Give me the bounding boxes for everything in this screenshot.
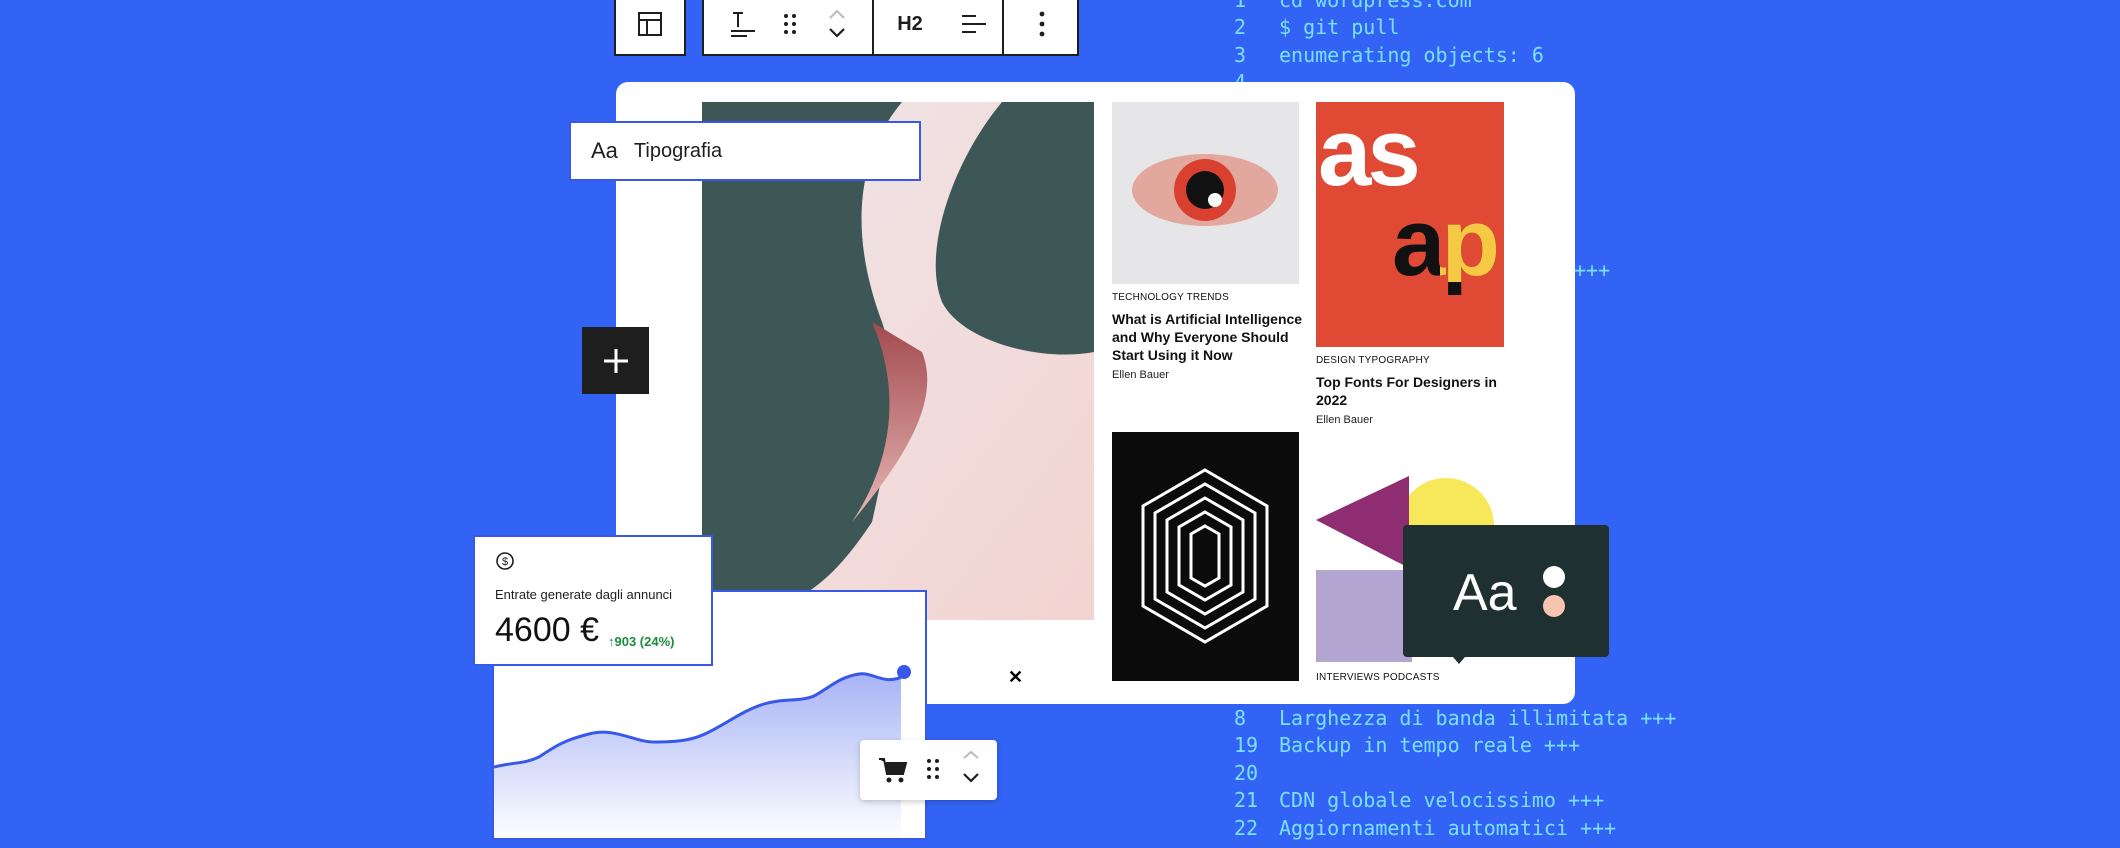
logo-fragment: ✕: [1008, 667, 1024, 687]
stat-label: Entrate generate dagli annunci: [495, 587, 673, 602]
post-image-poster: as ap ap: [1316, 102, 1504, 347]
heading-level-button[interactable]: H2: [874, 0, 946, 54]
post-tags[interactable]: INTERVIEWS PODCASTS: [1316, 672, 1440, 683]
stat-change: ↑903 (24%): [608, 634, 675, 649]
plus-icon: [603, 348, 628, 373]
style-variation-tile[interactable]: Aa: [1403, 525, 1609, 664]
chart-area: [494, 673, 904, 838]
align-left-icon: [962, 15, 986, 33]
typography-label: Tipografia: [633, 139, 723, 162]
move-controls: [812, 0, 862, 54]
align-text-button[interactable]: [718, 0, 768, 54]
post-author[interactable]: Ellen Bauer: [1112, 369, 1169, 381]
move-up-icon[interactable]: [962, 750, 980, 760]
move-up-icon[interactable]: [828, 8, 846, 20]
drag-handle-icon: [784, 14, 796, 34]
add-block-button[interactable]: [582, 327, 649, 394]
align-button[interactable]: [946, 0, 1002, 54]
drag-handle[interactable]: [768, 0, 812, 54]
post-image-eye: [1112, 102, 1299, 284]
poster-yellow-accent: ap: [1440, 192, 1500, 283]
post-title[interactable]: Top Fonts For Designers in 2022: [1316, 373, 1506, 409]
product-block-toolbar: [860, 740, 997, 800]
post-author[interactable]: Ellen Bauer: [1316, 414, 1373, 426]
tile-pointer: [1453, 657, 1465, 664]
revenue-stat-card: $ Entrate generate dagli annunci 4600 € …: [473, 535, 713, 666]
layout-button[interactable]: [616, 0, 684, 54]
chart-point[interactable]: [897, 665, 911, 679]
more-options-button[interactable]: [1004, 0, 1079, 54]
move-down-icon[interactable]: [962, 772, 980, 784]
svg-text:$: $: [502, 556, 508, 568]
poster-text-top: as: [1318, 102, 1421, 206]
hexagon-pattern: [1141, 468, 1269, 644]
more-icon: [1039, 11, 1044, 37]
layout-icon: [638, 12, 662, 36]
style-tile-label: Aa: [1453, 564, 1517, 622]
dollar-icon: $: [496, 552, 514, 570]
typography-control[interactable]: Aa Tipografia: [569, 121, 921, 181]
move-down-icon[interactable]: [828, 26, 846, 40]
block-toolbar: H2: [702, 0, 1079, 56]
cart-icon[interactable]: [878, 756, 908, 784]
post-tags[interactable]: TECHNOLOGY TRENDS: [1112, 292, 1229, 303]
align-text-icon: [731, 12, 755, 37]
eye-illustration: [1132, 154, 1278, 226]
post-title[interactable]: What is Artificial Intelligence and Why …: [1112, 310, 1307, 364]
color-dot-secondary: [1543, 595, 1565, 617]
post-tags[interactable]: DESIGN TYPOGRAPHY: [1316, 355, 1430, 366]
color-dot-primary: [1543, 566, 1565, 588]
stat-value: 4600 €: [495, 611, 599, 649]
drag-handle-icon[interactable]: [926, 758, 940, 780]
typography-icon: Aa: [591, 138, 618, 163]
block-type-toolbar: [614, 0, 686, 56]
post-image-hexagon: [1112, 432, 1299, 681]
